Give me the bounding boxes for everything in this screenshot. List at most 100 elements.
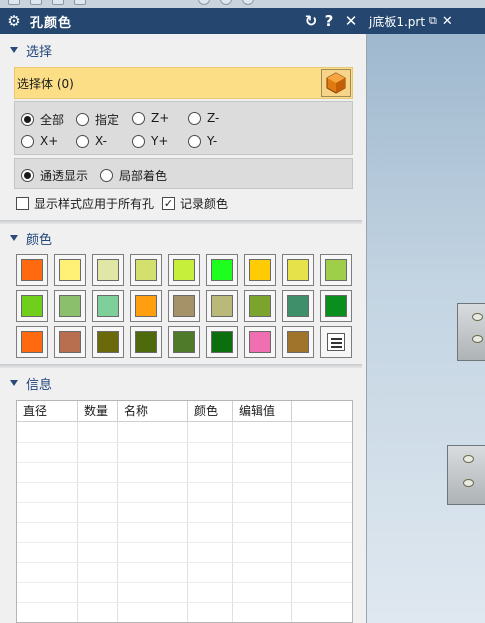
color-swatch[interactable]	[130, 326, 162, 358]
column-header-edit-value[interactable]: 编辑值	[233, 401, 292, 422]
radio-label: X-	[95, 134, 107, 148]
section-title: 信息	[26, 377, 53, 393]
checkbox-box[interactable]: ✓	[162, 197, 175, 210]
color-swatch[interactable]	[130, 254, 162, 286]
checkbox-label: 显示样式应用于所有孔	[34, 197, 155, 211]
toolbar-icon[interactable]	[52, 0, 64, 5]
swatch-fill	[211, 259, 233, 281]
swatch-fill	[211, 331, 233, 353]
color-swatch[interactable]	[320, 290, 352, 322]
color-swatch[interactable]	[168, 326, 200, 358]
swatch-fill	[97, 331, 119, 353]
apply-all-checkbox[interactable]: 显示样式应用于所有孔	[16, 195, 154, 212]
color-swatch[interactable]	[92, 326, 124, 358]
color-swatch[interactable]	[168, 290, 200, 322]
color-swatch[interactable]	[54, 290, 86, 322]
column-header-quantity[interactable]: 数量	[78, 401, 118, 422]
hole-feature[interactable]	[463, 455, 474, 463]
section-header-selection[interactable]: 选择	[0, 36, 362, 64]
dialog-title-bar[interactable]: ⚙ 孔颜色 ↻ ? ✕	[0, 8, 367, 34]
section-divider	[0, 364, 362, 368]
radio-dot[interactable]	[132, 134, 145, 148]
color-swatch[interactable]	[320, 254, 352, 286]
color-swatch[interactable]	[92, 254, 124, 286]
external-link-icon[interactable]: ⧉	[429, 14, 437, 28]
table-header: 直径 数量 名称 颜色 编辑值	[17, 401, 352, 422]
swatch-fill	[21, 331, 43, 353]
radio-dot[interactable]	[188, 111, 201, 125]
color-swatch[interactable]	[54, 254, 86, 286]
direction-radio-zminus[interactable]: Z-	[188, 111, 219, 125]
color-swatch[interactable]	[282, 290, 314, 322]
hole-feature[interactable]	[472, 335, 483, 343]
color-swatch[interactable]	[16, 254, 48, 286]
swatch-fill	[135, 331, 157, 353]
toolbar-icon[interactable]	[220, 0, 232, 5]
swatch-fill	[135, 259, 157, 281]
help-icon[interactable]: ?	[320, 12, 338, 30]
toolbar-icon[interactable]	[8, 0, 20, 5]
display-radio-transparent[interactable]: 通透显示	[21, 167, 88, 184]
color-swatch[interactable]	[168, 254, 200, 286]
hole-feature[interactable]	[472, 313, 483, 321]
radio-dot[interactable]	[21, 113, 34, 126]
radio-dot[interactable]	[21, 169, 34, 182]
select-body-row[interactable]: 选择体 (0)	[14, 67, 353, 99]
color-swatch[interactable]	[244, 254, 276, 286]
reset-icon[interactable]: ↻	[302, 12, 320, 30]
toolbar-icon[interactable]	[198, 0, 210, 5]
direction-radio-yminus[interactable]: Y-	[188, 134, 217, 148]
info-table[interactable]: 直径 数量 名称 颜色 编辑值	[16, 400, 353, 623]
color-swatch[interactable]	[244, 290, 276, 322]
color-swatch[interactable]	[16, 290, 48, 322]
close-icon[interactable]: ✕	[342, 12, 360, 30]
toolbar-icon[interactable]	[74, 0, 86, 5]
direction-radio-zplus[interactable]: Z+	[132, 111, 169, 125]
color-swatch[interactable]	[130, 290, 162, 322]
radio-dot[interactable]	[76, 134, 89, 148]
checkbox-box[interactable]	[16, 197, 29, 210]
column-header-diameter[interactable]: 直径	[17, 401, 78, 422]
collapse-triangle-icon[interactable]	[10, 235, 18, 241]
hole-feature[interactable]	[463, 479, 474, 487]
radio-dot[interactable]	[21, 134, 34, 148]
direction-radio-xplus[interactable]: X+	[21, 134, 58, 148]
collapse-triangle-icon[interactable]	[10, 47, 18, 53]
color-swatch[interactable]	[16, 326, 48, 358]
direction-radio-xminus[interactable]: X-	[76, 134, 107, 148]
radio-dot[interactable]	[132, 111, 145, 125]
direction-radio-all[interactable]: 全部	[21, 111, 64, 128]
select-body-button[interactable]	[321, 69, 351, 97]
display-radio-local-shade[interactable]: 局部着色	[100, 167, 167, 184]
toolbar-icon[interactable]	[30, 0, 42, 5]
column-header-name[interactable]: 名称	[118, 401, 188, 422]
document-tab[interactable]: j底板1.prt ⧉ ✕	[367, 8, 485, 34]
color-swatch[interactable]	[206, 326, 238, 358]
direction-radio-specify[interactable]: 指定	[76, 111, 119, 128]
direction-radio-yplus[interactable]: Y+	[132, 134, 168, 148]
column-header-color[interactable]: 颜色	[188, 401, 233, 422]
color-swatch[interactable]	[282, 326, 314, 358]
section-header-color[interactable]: 颜色	[0, 224, 362, 252]
color-swatch[interactable]	[244, 326, 276, 358]
color-swatch[interactable]	[206, 254, 238, 286]
color-swatch[interactable]	[206, 290, 238, 322]
record-color-checkbox[interactable]: ✓ 记录颜色	[162, 195, 228, 212]
plate-part[interactable]	[457, 303, 485, 361]
more-colors-button[interactable]	[320, 326, 352, 358]
color-swatch[interactable]	[282, 254, 314, 286]
color-swatch[interactable]	[54, 326, 86, 358]
plate-part[interactable]	[447, 445, 485, 505]
radio-dot[interactable]	[100, 169, 113, 182]
radio-label: 指定	[95, 113, 120, 127]
collapse-triangle-icon[interactable]	[10, 380, 18, 386]
swatch-fill	[249, 331, 271, 353]
radio-dot[interactable]	[76, 113, 89, 126]
radio-dot[interactable]	[188, 134, 201, 148]
section-header-info[interactable]: 信息	[0, 369, 362, 397]
color-swatch[interactable]	[92, 290, 124, 322]
close-tab-icon[interactable]: ✕	[442, 14, 453, 29]
toolbar-icon[interactable]	[242, 0, 254, 5]
graphics-window[interactable]	[367, 8, 485, 623]
color-list-icon	[327, 333, 345, 351]
